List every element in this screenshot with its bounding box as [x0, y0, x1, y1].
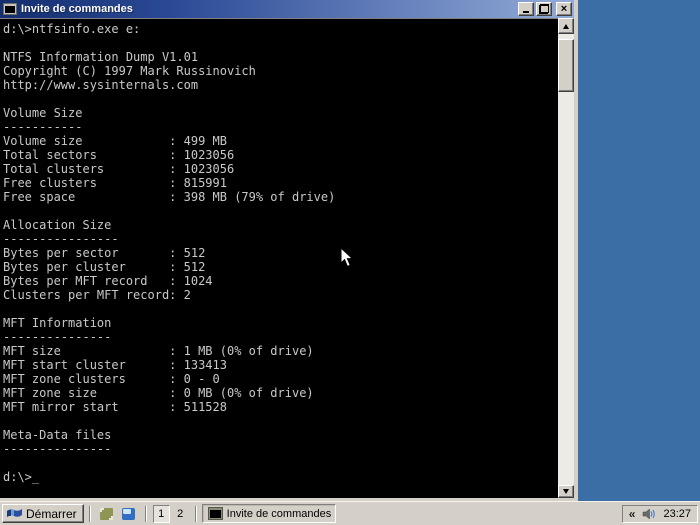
- window-controls: ×: [518, 2, 572, 16]
- task-button-label: Invite de commandes: [227, 508, 332, 520]
- restore-button[interactable]: [536, 2, 552, 16]
- console-window: Invite de commandes × d:\>ntfsinfo.exe e…: [0, 0, 578, 501]
- window-title: Invite de commandes: [21, 3, 518, 15]
- windows-flag-icon: [6, 507, 23, 520]
- taskbar: Démarrer 1 2 Invite de commandes «: [0, 501, 700, 525]
- console-window-icon: [3, 3, 17, 15]
- console-task-icon: [208, 507, 223, 520]
- taskbar-separator: [195, 506, 197, 522]
- arrow-up-icon: [563, 24, 569, 29]
- scroll-down-button[interactable]: [558, 485, 574, 498]
- workspace-2-button[interactable]: 2: [172, 505, 189, 523]
- workspace-1-button[interactable]: 1: [153, 505, 170, 523]
- scroll-up-button[interactable]: [558, 18, 574, 34]
- window-titlebar[interactable]: Invite de commandes ×: [0, 0, 574, 18]
- start-button-label: Démarrer: [26, 507, 77, 521]
- taskbar-console-task[interactable]: Invite de commandes: [202, 504, 336, 523]
- display-icon[interactable]: [121, 506, 137, 521]
- console-output[interactable]: d:\>ntfsinfo.exe e: NTFS Information Dum…: [0, 18, 558, 498]
- close-button[interactable]: ×: [556, 2, 572, 16]
- close-icon: ×: [557, 3, 571, 15]
- minimize-icon: [523, 11, 529, 13]
- speaker-icon[interactable]: [642, 508, 656, 520]
- tray-collapse-chevron[interactable]: «: [629, 507, 636, 521]
- taskbar-separator: [89, 506, 91, 522]
- console-body: d:\>ntfsinfo.exe e: NTFS Information Dum…: [0, 18, 574, 498]
- scrollbar-thumb[interactable]: [558, 39, 574, 92]
- minimize-button[interactable]: [518, 2, 534, 16]
- taskbar-separator: [145, 506, 147, 522]
- system-tray: « 23:27: [622, 505, 698, 523]
- scrollbar-track[interactable]: [558, 34, 574, 485]
- taskbar-clock: 23:27: [663, 508, 691, 520]
- restore-icon: [539, 5, 549, 13]
- start-button[interactable]: Démarrer: [2, 504, 84, 523]
- arrow-down-icon: [563, 489, 569, 494]
- show-desktop-icon[interactable]: [99, 506, 115, 521]
- console-scrollbar[interactable]: [558, 18, 574, 498]
